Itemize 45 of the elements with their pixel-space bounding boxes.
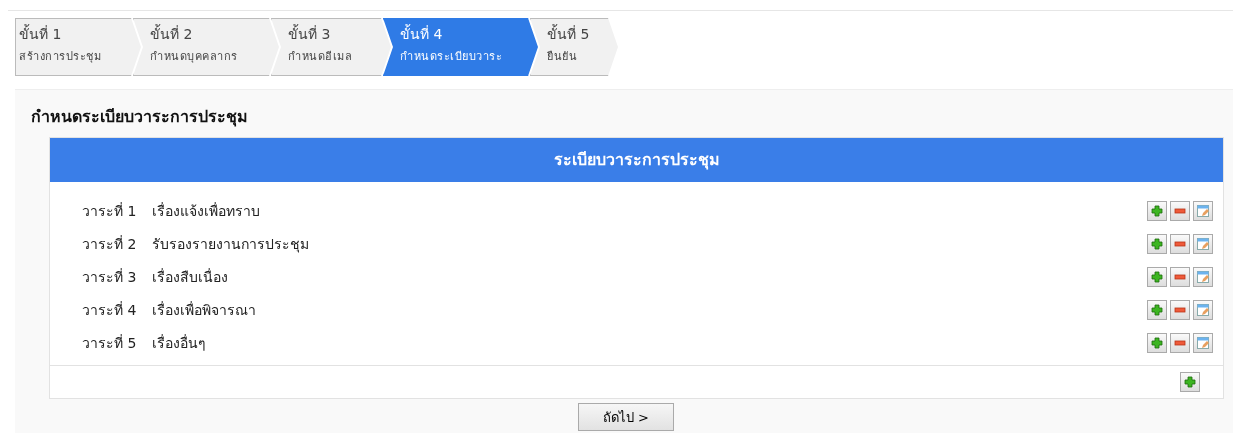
- agenda-number: วาระที่ 2: [82, 234, 138, 254]
- agenda-number: วาระที่ 4: [82, 300, 138, 320]
- plus-icon: [1151, 270, 1163, 283]
- step-tab[interactable]: ขั้นที่ 1 สร้างการประชุม: [15, 18, 141, 76]
- edit-button[interactable]: [1193, 233, 1213, 254]
- edit-icon: [1197, 303, 1209, 316]
- add-button[interactable]: [1147, 332, 1167, 353]
- step-tab[interactable]: ขั้นที่ 5 ยืนยัน: [530, 18, 618, 76]
- edit-button[interactable]: [1193, 332, 1213, 353]
- agenda-number: วาระที่ 1: [82, 201, 138, 221]
- edit-icon: [1197, 237, 1209, 250]
- agenda-title: รับรองรายงานการประชุม: [152, 234, 310, 255]
- add-button[interactable]: [1180, 372, 1200, 392]
- remove-button[interactable]: [1170, 332, 1190, 353]
- add-button[interactable]: [1147, 200, 1167, 221]
- step-tab[interactable]: ขั้นที่ 2 กำหนดบุคคลากร: [133, 18, 279, 76]
- agenda-title: เรื่องแจ้งเพื่อทราบ: [152, 201, 261, 221]
- edit-icon: [1197, 204, 1209, 217]
- edit-button[interactable]: [1193, 299, 1213, 320]
- add-button[interactable]: [1147, 266, 1167, 287]
- remove-button[interactable]: [1170, 299, 1190, 320]
- plus-icon: [1151, 336, 1163, 349]
- remove-button[interactable]: [1170, 200, 1190, 221]
- agenda-title: เรื่องเพื่อพิจารณา: [152, 300, 257, 320]
- agenda-title: เรื่องสืบเนื่อง: [152, 267, 229, 287]
- step-tab[interactable]: ขั้นที่ 4 กำหนดระเบียบวาระ: [383, 18, 538, 76]
- table-header: ระเบียบวาระการประชุม: [50, 138, 1223, 182]
- remove-button[interactable]: [1170, 266, 1190, 287]
- plus-icon: [1151, 237, 1163, 250]
- remove-button[interactable]: [1170, 233, 1190, 254]
- edit-icon: [1197, 336, 1209, 349]
- edit-button[interactable]: [1193, 266, 1213, 287]
- step-tab[interactable]: ขั้นที่ 3 กำหนดอีเมล: [271, 18, 391, 76]
- edit-button[interactable]: [1193, 200, 1213, 221]
- plus-icon: [1151, 204, 1163, 217]
- next-button[interactable]: ถัดไป >: [578, 403, 674, 431]
- add-button[interactable]: [1147, 233, 1167, 254]
- agenda-number: วาระที่ 3: [82, 267, 138, 287]
- edit-icon: [1197, 270, 1209, 283]
- plus-icon: [1151, 303, 1163, 316]
- agenda-number: วาระที่ 5: [82, 333, 138, 353]
- section-title: กำหนดระเบียบวาระการประชุม: [31, 106, 249, 129]
- plus-icon: [1184, 376, 1196, 388]
- agenda-title: เรื่องอื่นๆ: [152, 333, 207, 353]
- add-button[interactable]: [1147, 299, 1167, 320]
